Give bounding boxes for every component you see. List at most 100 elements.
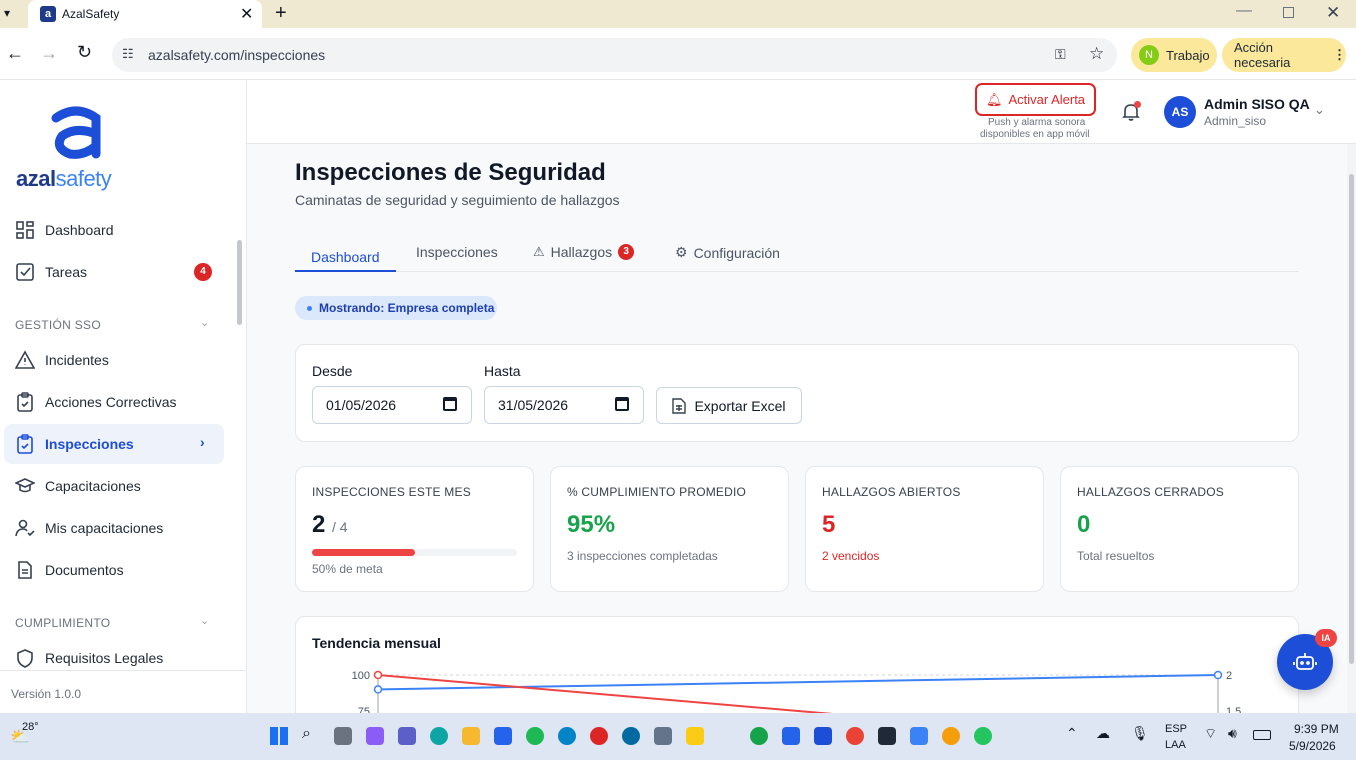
site-settings-icon[interactable]: ☷ <box>122 46 134 62</box>
sidebar-item-label: Tareas <box>45 264 88 280</box>
site-favicon-icon: a <box>40 6 56 22</box>
ai-assistant-button[interactable]: IA <box>1277 629 1337 690</box>
profile-chip[interactable]: N Trabajo <box>1131 38 1217 72</box>
kpi-sub: 50% de meta <box>312 562 383 576</box>
bookmark-star-icon[interactable]: ☆ <box>1089 44 1104 64</box>
user-login: Admin_siso <box>1204 114 1267 128</box>
help-icon[interactable] <box>558 727 576 745</box>
sidebar-item-acciones-correctivas[interactable]: Acciones Correctivas <box>4 382 224 422</box>
export-excel-label: Exportar Excel <box>694 397 786 414</box>
clock-date[interactable]: 5/9/2026 <box>1289 739 1336 753</box>
section-collapse-chevron-icon[interactable]: ⌄ <box>200 316 209 329</box>
password-key-icon[interactable]: ⚿ <box>1055 46 1066 63</box>
tab-inspecciones[interactable]: Inspecciones <box>416 244 498 260</box>
tab-dashboard[interactable]: Dashboard <box>295 244 396 272</box>
kebab-menu-icon[interactable]: ⋮ <box>1333 47 1346 63</box>
forward-icon[interactable]: → <box>40 43 58 64</box>
tab-configuracion[interactable]: ⚙︎ Configuración <box>675 244 780 261</box>
tab-close-icon[interactable]: ✕ <box>240 4 253 24</box>
reload-icon[interactable]: ↻ <box>77 42 92 63</box>
user-menu[interactable]: AS Admin SISO QA Admin_siso ⌄ <box>1164 94 1329 130</box>
chrome-profile-icon[interactable] <box>846 727 864 745</box>
desde-value: 01/05/2026 <box>326 397 397 413</box>
chrome-alt-icon[interactable] <box>942 727 960 745</box>
battery-icon[interactable] <box>1253 730 1271 740</box>
section-collapse-chevron-icon[interactable]: ⌄ <box>200 614 209 627</box>
minimize-icon[interactable]: — <box>1236 2 1252 20</box>
window-close-icon[interactable]: ✕ <box>1326 3 1340 23</box>
section-gestion-sso: GESTIÓN SSO <box>15 318 101 332</box>
chrome-icon[interactable] <box>750 727 768 745</box>
sidebar-item-mis-capacitaciones[interactable]: Mis capacitaciones <box>4 508 224 548</box>
spotify-icon[interactable] <box>526 727 544 745</box>
whatsapp-icon[interactable] <box>974 727 992 745</box>
tareas-count-badge: 4 <box>194 263 212 281</box>
app-logo[interactable]: azalsafety <box>16 104 136 194</box>
volume-icon[interactable]: 🔊︎ <box>1228 725 1237 742</box>
sticky-notes-icon[interactable] <box>686 727 704 745</box>
warning-icon: ⚠︎ <box>533 244 545 259</box>
kpi-card-cumplimiento: % CUMPLIMIENTO PROMEDIO 95% 3 inspeccion… <box>550 466 789 592</box>
calendar-icon[interactable] <box>443 397 457 411</box>
sidebar-item-label: Mis capacitaciones <box>45 520 164 536</box>
teams-icon[interactable] <box>398 727 416 745</box>
progress-fill <box>312 549 415 556</box>
notepad-icon[interactable] <box>910 727 928 745</box>
sidebar-item-inspecciones[interactable]: Inspecciones › <box>4 424 224 464</box>
edge-icon[interactable] <box>430 727 448 745</box>
sidebar-item-capacitaciones[interactable]: Capacitaciones <box>4 466 224 506</box>
wifi-icon[interactable]: ⌔ <box>1204 725 1217 743</box>
kpi-sub: 2 vencidos <box>822 549 880 563</box>
tab-hallazgos[interactable]: ⚠︎ Hallazgos 3 <box>533 244 635 260</box>
activate-alert-button[interactable]: 🔔︎ Activar Alerta <box>975 83 1096 116</box>
pdf-app-icon[interactable] <box>590 727 608 745</box>
page-scrollbar-track[interactable] <box>1347 144 1356 713</box>
hasta-date-input[interactable]: 31/05/2026 <box>484 386 644 424</box>
vscode-icon[interactable] <box>782 727 800 745</box>
sidebar-item-requisitos-legales[interactable]: Requisitos Legales <box>4 638 224 678</box>
action-needed-chip[interactable]: Acción necesaria ⋮ <box>1222 38 1346 72</box>
tab-list-chevron-icon[interactable]: ▾ <box>4 6 10 20</box>
clock-time[interactable]: 9:39 PM <box>1294 722 1339 736</box>
grid-icon <box>16 221 34 239</box>
store-icon[interactable] <box>494 727 512 745</box>
kpi-label: INSPECCIONES ESTE MES <box>312 485 471 499</box>
tab-label: Inspecciones <box>416 244 498 260</box>
browser-tab[interactable]: a AzalSafety ✕ <box>28 0 262 28</box>
calendar-icon[interactable] <box>615 397 629 411</box>
language-primary[interactable]: ESP <box>1165 723 1187 735</box>
restore-icon[interactable] <box>1283 7 1294 18</box>
notes-app-icon[interactable] <box>654 727 672 745</box>
shield-icon <box>17 649 33 668</box>
sidebar-item-label: Capacitaciones <box>45 478 141 494</box>
onedrive-icon[interactable]: ☁ <box>1096 725 1110 742</box>
language-secondary[interactable]: LAA <box>1165 739 1186 751</box>
clipboard-check-icon <box>17 434 33 454</box>
sidebar-item-incidentes[interactable]: Incidentes <box>4 340 224 380</box>
export-excel-button[interactable]: Exportar Excel <box>656 387 802 424</box>
new-tab-icon[interactable]: + <box>275 2 287 25</box>
tray-chevron-icon[interactable]: ⌃ <box>1066 725 1078 742</box>
sidebar-item-tareas[interactable]: Tareas 4 <box>4 252 224 292</box>
alert-note-line-1: Push y alarma sonora <box>988 117 1086 128</box>
tab-label: Dashboard <box>311 249 380 265</box>
desde-date-input[interactable]: 01/05/2026 <box>312 386 472 424</box>
notifications-button[interactable] <box>1121 101 1143 124</box>
task-view-icon[interactable] <box>334 727 352 745</box>
sidebar-item-dashboard[interactable]: Dashboard <box>4 210 224 250</box>
page-title: Inspecciones de Seguridad <box>295 159 606 186</box>
sidebar-scrollbar[interactable] <box>237 240 242 325</box>
back-icon[interactable]: ← <box>6 43 24 64</box>
start-windows-icon[interactable] <box>270 727 288 745</box>
file-explorer-icon[interactable] <box>462 727 480 745</box>
hp-icon[interactable] <box>622 727 640 745</box>
word-icon[interactable] <box>814 727 832 745</box>
url-field[interactable]: ☷ azalsafety.com/inspecciones ⚿ ☆ <box>112 38 1117 72</box>
page-scrollbar-thumb[interactable] <box>1349 174 1354 664</box>
microphone-icon[interactable]: 🎙︎ <box>1131 725 1149 742</box>
sidebar-item-documentos[interactable]: Documentos <box>4 550 224 590</box>
terminal-icon[interactable] <box>878 727 896 745</box>
copilot-icon[interactable] <box>366 727 384 745</box>
warning-icon <box>15 350 35 369</box>
search-icon[interactable]: ⌕ <box>302 725 311 743</box>
